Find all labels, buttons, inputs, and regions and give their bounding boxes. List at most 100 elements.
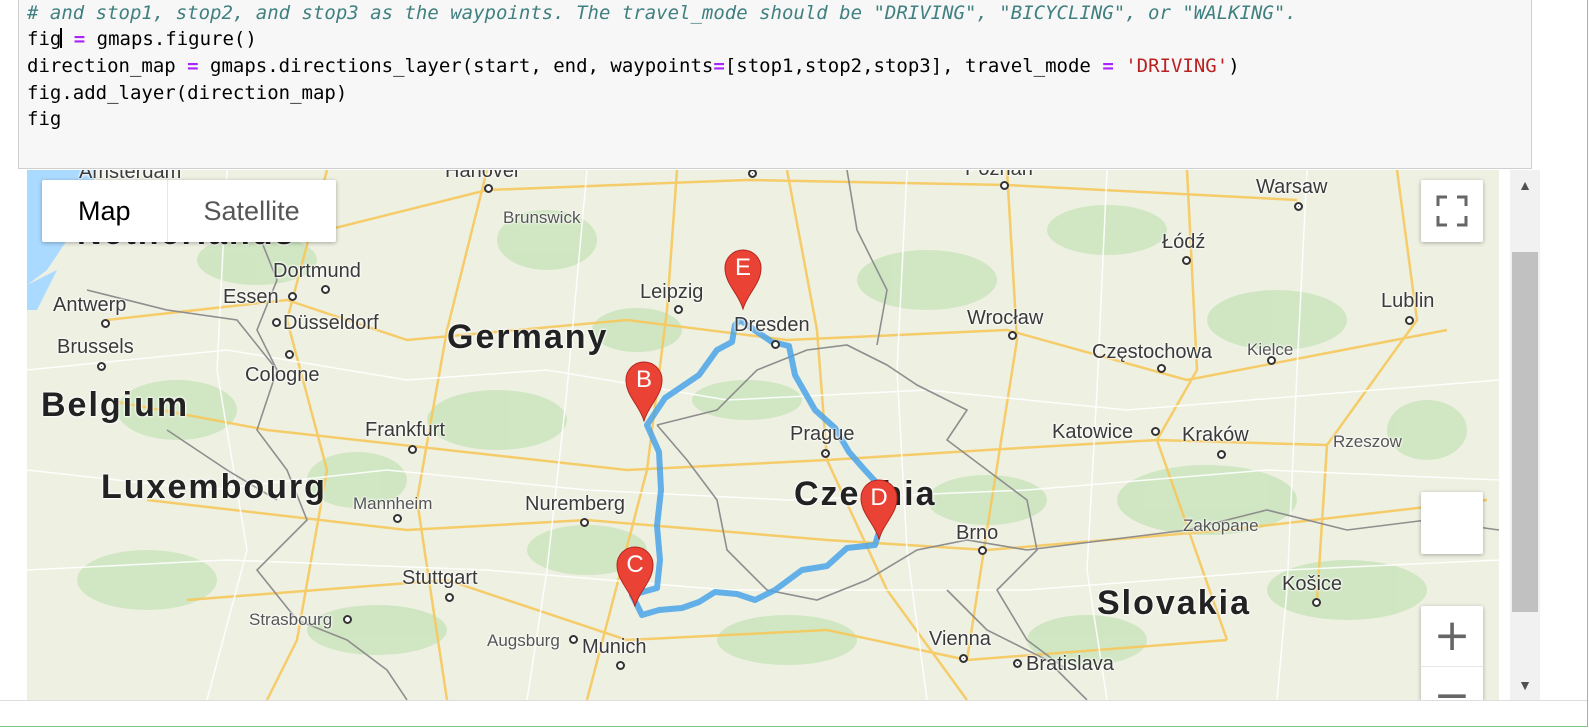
code-line-3: direction_map = gmaps.directions_layer(s… bbox=[27, 53, 1240, 79]
label-krakow: Kraków bbox=[1182, 424, 1249, 446]
zoom-out-button[interactable]: − bbox=[1421, 666, 1483, 700]
marker-letter: D bbox=[870, 484, 888, 511]
marker-letter: B bbox=[635, 366, 652, 393]
marker-letter: C bbox=[626, 551, 644, 578]
label-bratislava: Bratislava bbox=[1026, 653, 1114, 675]
city-dot bbox=[1151, 427, 1160, 436]
city-dot bbox=[343, 615, 352, 624]
fullscreen-button[interactable] bbox=[1421, 180, 1483, 242]
street-view-button[interactable] bbox=[1421, 492, 1483, 554]
label-wroclaw: Wrocław bbox=[967, 307, 1044, 329]
label-leipzig: Leipzig bbox=[640, 281, 704, 303]
city-dot bbox=[321, 285, 330, 294]
code-token: ) bbox=[1228, 55, 1240, 77]
city-dot bbox=[408, 445, 417, 454]
label-antwerp: Antwerp bbox=[53, 294, 127, 316]
city-dot bbox=[1008, 331, 1017, 340]
city-dot bbox=[1312, 598, 1321, 607]
code-token: fig bbox=[27, 28, 62, 50]
code-operator: = bbox=[187, 55, 199, 77]
city-dot bbox=[1157, 364, 1166, 373]
label-brunswick: Brunswick bbox=[503, 208, 581, 227]
route-marker-b[interactable]: B bbox=[624, 360, 664, 423]
label-vienna: Vienna bbox=[929, 628, 991, 650]
label-germany: Germany bbox=[447, 318, 609, 356]
city-dot bbox=[771, 340, 780, 349]
code-line-5: fig bbox=[27, 106, 61, 132]
map-type-satellite-button[interactable]: Satellite bbox=[168, 180, 336, 242]
route-marker-e[interactable]: E bbox=[723, 248, 763, 311]
label-lublin: Lublin bbox=[1381, 290, 1435, 312]
city-dot bbox=[97, 362, 106, 371]
scroll-thumb[interactable] bbox=[1512, 252, 1538, 612]
city-dot bbox=[569, 635, 578, 644]
output-scrollbar[interactable]: ▲ ▼ bbox=[1510, 170, 1540, 700]
label-rzeszow: Rzeszow bbox=[1333, 432, 1402, 451]
code-token: [stop1,stop2,stop3], travel_mode bbox=[724, 55, 1103, 77]
city-dot bbox=[821, 449, 830, 458]
city-dot bbox=[616, 661, 625, 670]
label-cologne: Cologne bbox=[245, 364, 320, 386]
label-czestochowa: Częstochowa bbox=[1092, 341, 1213, 363]
label-lodz: Łódź bbox=[1162, 231, 1206, 253]
label-nuremberg: Nuremberg bbox=[525, 493, 626, 515]
code-token: fig.add_layer(direction_map) bbox=[27, 82, 348, 104]
label-strasbourg: Strasbourg bbox=[249, 610, 333, 629]
map-type-control: Map Satellite bbox=[42, 180, 336, 242]
city-dot bbox=[393, 514, 402, 523]
map-widget[interactable]: Amsterdam Hanover Poznań Warsaw Brunswic… bbox=[27, 170, 1499, 700]
zoom-in-button[interactable]: + bbox=[1421, 606, 1483, 667]
scroll-down-arrow-icon[interactable]: ▼ bbox=[1510, 670, 1540, 700]
code-editor[interactable]: # and stop1, stop2, and stop3 as the way… bbox=[18, 0, 1532, 169]
route-marker-c[interactable]: C bbox=[615, 545, 655, 608]
zoom-control: + − bbox=[1421, 606, 1483, 700]
code-token: gmaps.directions_layer(start, end, waypo… bbox=[198, 55, 714, 77]
label-kielce: Kielce bbox=[1247, 340, 1294, 359]
label-frankfurt: Frankfurt bbox=[365, 419, 446, 441]
code-line-1: # and stop1, stop2, and stop3 as the way… bbox=[27, 0, 1297, 26]
city-dot bbox=[285, 350, 294, 359]
label-katowice: Katowice bbox=[1052, 421, 1134, 443]
label-prague: Prague bbox=[790, 423, 855, 445]
code-line-4: fig.add_layer(direction_map) bbox=[27, 80, 347, 106]
code-line-2: fig = gmaps.figure() bbox=[27, 26, 257, 52]
label-poznan: Poznań bbox=[965, 170, 1033, 181]
route-marker-d[interactable]: D bbox=[859, 478, 899, 541]
city-dot bbox=[1000, 181, 1009, 190]
label-stuttgart: Stuttgart bbox=[402, 567, 478, 589]
city-dot bbox=[959, 654, 968, 663]
city-dot bbox=[101, 319, 110, 328]
fullscreen-icon bbox=[1436, 195, 1468, 227]
code-string: 'DRIVING' bbox=[1125, 55, 1229, 77]
code-token: fig bbox=[27, 108, 62, 130]
code-operator: = bbox=[1102, 55, 1114, 77]
scroll-up-arrow-icon[interactable]: ▲ bbox=[1510, 170, 1540, 200]
code-operator: = bbox=[62, 28, 97, 50]
label-dortmund: Dortmund bbox=[273, 260, 361, 282]
city-dot bbox=[1013, 659, 1022, 668]
label-augsburg: Augsburg bbox=[487, 631, 560, 650]
label-luxembourg: Luxembourg bbox=[101, 468, 327, 506]
city-dot bbox=[1405, 316, 1414, 325]
city-dot bbox=[1217, 450, 1226, 459]
city-dot bbox=[978, 546, 987, 555]
label-slovakia: Slovakia bbox=[1097, 584, 1251, 622]
label-dusseldorf: Düsseldorf bbox=[283, 312, 379, 334]
city-dot bbox=[484, 184, 493, 193]
map-type-map-button[interactable]: Map bbox=[42, 180, 168, 242]
city-dot bbox=[445, 593, 454, 602]
city-dot bbox=[1182, 256, 1191, 265]
code-token: gmaps.figure() bbox=[96, 28, 257, 50]
label-munich: Munich bbox=[582, 636, 647, 658]
label-belgium: Belgium bbox=[41, 386, 190, 424]
label-essen: Essen bbox=[223, 286, 279, 308]
city-dot bbox=[580, 518, 589, 527]
marker-letter: E bbox=[734, 254, 751, 281]
output-gutter bbox=[0, 170, 27, 700]
code-comment: # and stop1, stop2, and stop3 as the way… bbox=[27, 2, 1297, 24]
code-operator: = bbox=[713, 55, 725, 77]
label-brussels: Brussels bbox=[57, 336, 134, 358]
label-zakopane: Zakopane bbox=[1183, 516, 1259, 535]
label-mannheim: Mannheim bbox=[353, 494, 433, 513]
